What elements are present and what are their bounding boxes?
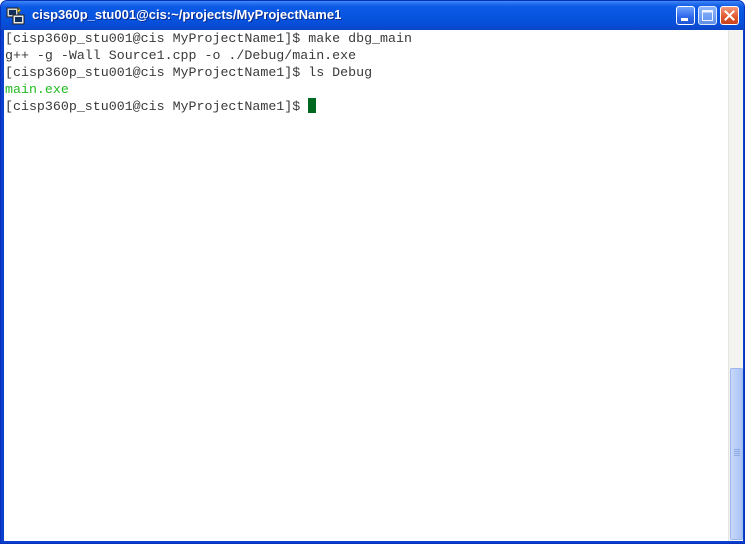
window-title: cisp360p_stu001@cis:~/projects/MyProject… [32, 7, 342, 22]
minimize-button[interactable] [676, 6, 695, 25]
minimize-icon [681, 18, 688, 21]
terminal-cursor [308, 98, 317, 113]
terminal-window: cisp360p_stu001@cis:~/projects/MyProject… [0, 0, 745, 544]
grip-line [734, 449, 740, 450]
close-icon [724, 10, 735, 21]
grip-line [734, 455, 740, 456]
terminal-line: [cisp360p_stu001@cis MyProjectName1]$ ls… [5, 65, 373, 80]
title-bar[interactable]: cisp360p_stu001@cis:~/projects/MyProject… [1, 1, 744, 30]
shell-prompt: [cisp360p_stu001@cis MyProjectName1]$ [5, 99, 309, 114]
executable-file-entry: main.exe [5, 82, 69, 97]
maximize-button[interactable] [698, 6, 717, 25]
maximize-icon [702, 10, 713, 21]
scrollbar-thumb[interactable] [730, 368, 743, 540]
close-button[interactable] [720, 6, 739, 25]
terminal-prompt-line: [cisp360p_stu001@cis MyProjectName1]$ [5, 98, 317, 115]
terminal-output[interactable]: [cisp360p_stu001@cis MyProjectName1]$ ma… [4, 30, 728, 541]
putty-terminal-icon[interactable] [6, 6, 26, 26]
grip-line [734, 453, 740, 454]
terminal-line: g++ -g -Wall Source1.cpp -o ./Debug/main… [5, 48, 357, 63]
vertical-scrollbar[interactable] [728, 30, 743, 541]
terminal-line: [cisp360p_stu001@cis MyProjectName1]$ ma… [5, 31, 412, 46]
grip-line [734, 451, 740, 452]
